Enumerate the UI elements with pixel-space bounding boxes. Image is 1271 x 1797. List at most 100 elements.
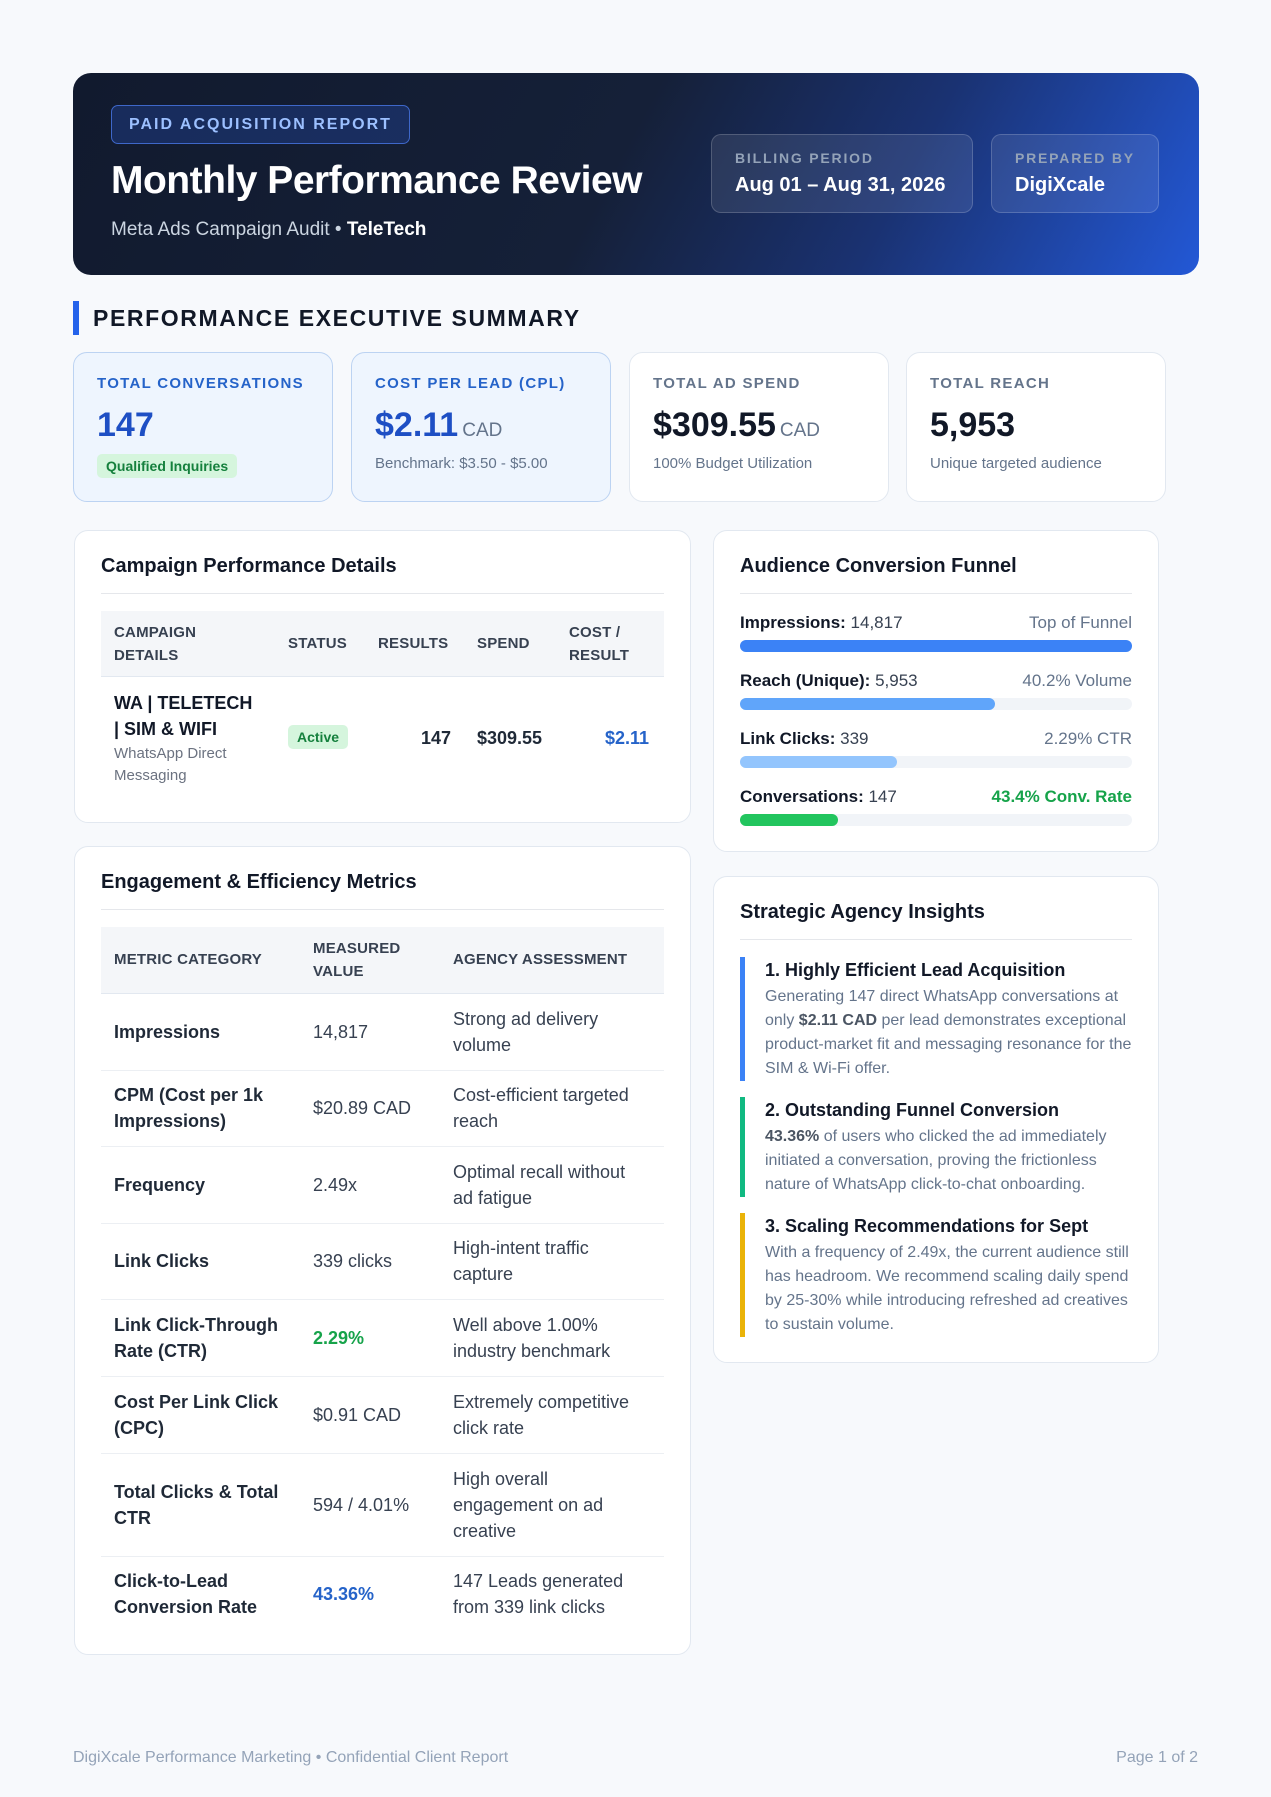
metric-assessment: High overall engagement on ad creative — [453, 1469, 604, 1541]
column-header-cost-per-result: COST / RESULT — [569, 621, 629, 667]
kpi-value-number: $2.11 — [375, 406, 459, 444]
prepared-by-label: PREPARED BY — [1015, 150, 1135, 166]
funnel-stage: Reach (Unique): 5,953 40.2% Volume — [740, 671, 1132, 711]
column-header-metric: METRIC CATEGORY — [114, 951, 262, 968]
table-header: METRIC CATEGORY MEASURED VALUE AGENCY ASS… — [101, 927, 664, 994]
kpi-total-ad-spend: TOTAL AD SPEND $309.55 CAD 100% Budget Ut… — [629, 352, 889, 502]
header-line: VALUE — [313, 963, 364, 980]
kpi-total-reach: TOTAL REACH 5,953 Unique targeted audien… — [906, 352, 1166, 502]
metric-name: Impressions — [114, 1022, 221, 1042]
table-row: Total Clicks & Total CTR 594 / 4.01% Hig… — [101, 1454, 664, 1557]
billing-period-value: Aug 01 – Aug 31, 2026 — [735, 174, 946, 196]
metric-name: Frequency — [114, 1175, 206, 1195]
metric-name: CPM (Cost per 1k Impressions) — [114, 1085, 264, 1131]
kpi-unit: CAD — [462, 420, 503, 441]
status-badge: Active — [288, 725, 349, 749]
metric-value: 339 clicks — [313, 1251, 393, 1271]
funnel-stage-label: Impressions: 14,817 — [740, 613, 903, 633]
metric-name: Cost Per Link Click (CPC) — [114, 1392, 279, 1438]
insight-highlight: 43.36% — [765, 1128, 820, 1145]
funnel-stage-label: Conversations: 147 — [740, 787, 897, 807]
insight-item: 3. Scaling Recommendations for Sept With… — [740, 1213, 1132, 1337]
funnel-bar-fill — [740, 640, 1132, 652]
header-line: COST / — [569, 624, 621, 641]
kpi-label: COST PER LEAD (CPL) — [375, 375, 566, 392]
campaign-cost-per-result: $2.11 — [605, 728, 650, 748]
metric-assessment: Extremely competitive click rate — [453, 1392, 630, 1438]
header-line: RESULT — [569, 647, 630, 664]
funnel-stage-metric: 2.29% CTR — [1044, 729, 1132, 748]
funnel-bar-track — [740, 640, 1132, 652]
kpi-cost-per-lead: COST PER LEAD (CPL) $2.11 CAD Benchmark: … — [351, 352, 611, 502]
engagement-metrics-card: Engagement & Efficiency Metrics METRIC C… — [74, 846, 691, 1655]
metric-value: 2.49x — [313, 1175, 358, 1195]
funnel-stage-label: Reach (Unique): 5,953 — [740, 671, 918, 691]
executive-summary-title: PERFORMANCE EXECUTIVE SUMMARY — [73, 301, 581, 335]
campaign-spend: $309.55 — [477, 728, 543, 748]
kpi-note: 100% Budget Utilization — [653, 455, 813, 472]
kpi-total-conversations: TOTAL CONVERSATIONS 147 Qualified Inquir… — [73, 352, 333, 502]
prepared-by-box: PREPARED BY DigiXcale — [991, 134, 1159, 213]
strategic-insights-card: Strategic Agency Insights 1. Highly Effi… — [713, 876, 1159, 1363]
footer-note: DigiXcale Performance Marketing • Confid… — [73, 1749, 509, 1766]
funnel-stage-value: 14,817 — [845, 613, 903, 632]
campaign-name: WA | TELETECH | SIM & WIFI — [114, 690, 252, 742]
funnel-stage: Link Clicks: 339 2.29% CTR — [740, 729, 1132, 769]
kpi-note-badge: Qualified Inquiries — [97, 454, 238, 478]
table-row: Link Clicks 339 clicks High-intent traff… — [101, 1224, 664, 1300]
funnel-stage-name: Link Clicks: — [740, 729, 836, 748]
metric-value: $20.89 CAD — [313, 1098, 412, 1118]
billing-period-box: BILLING PERIOD Aug 01 – Aug 31, 2026 — [711, 134, 973, 213]
kpi-note: Unique targeted audience — [930, 455, 1102, 472]
page-number: Page 1 of 2 — [1116, 1749, 1198, 1766]
kpi-label: TOTAL REACH — [930, 375, 1051, 392]
report-header: PAID ACQUISITION REPORT Monthly Performa… — [73, 73, 1199, 275]
kpi-value: 147 — [97, 406, 154, 444]
client-name: TeleTech — [346, 219, 427, 240]
card-title: Strategic Agency Insights — [740, 901, 985, 923]
kpi-note: Benchmark: $3.50 - $5.00 — [375, 455, 548, 472]
campaign-performance-card: Campaign Performance Details CAMPAIGN DET… — [74, 530, 691, 823]
table-row: Frequency 2.49x Optimal recall without a… — [101, 1147, 664, 1224]
table-header: CAMPAIGN DETAILS STATUS RESULTS SPEND COS… — [101, 611, 664, 677]
insight-heading: 1. Highly Efficient Lead Acquisition — [765, 960, 1066, 980]
funnel-bar-fill — [740, 756, 897, 768]
metric-value: 594 / 4.01% — [313, 1495, 410, 1515]
insight-item: 2. Outstanding Funnel Conversion 43.36% … — [740, 1097, 1132, 1197]
page-title: Monthly Performance Review — [111, 159, 642, 202]
header-line: CAMPAIGN — [114, 624, 197, 641]
kpi-value: 5,953 — [930, 406, 1016, 444]
metric-name: Link Clicks — [114, 1251, 210, 1271]
metric-assessment: 147 Leads generated from 339 link clicks — [453, 1571, 624, 1617]
funnel-bar-track — [740, 814, 1132, 826]
card-title: Engagement & Efficiency Metrics — [101, 871, 417, 893]
funnel-stage-label: Link Clicks: 339 — [740, 729, 869, 749]
metric-name: Click-to-Lead Conversion Rate — [114, 1571, 258, 1617]
insight-heading: 3. Scaling Recommendations for Sept — [765, 1216, 1089, 1236]
funnel-stage-name: Reach (Unique): — [740, 671, 871, 690]
kpi-value: $309.55 CAD — [653, 406, 888, 445]
funnel-stage-metric: 43.4% Conv. Rate — [991, 787, 1132, 806]
audience-funnel-card: Audience Conversion Funnel Impressions: … — [713, 530, 1159, 852]
metric-value-highlight: 43.36% — [313, 1584, 375, 1604]
metric-name: Link Click-Through Rate (CTR) — [114, 1315, 278, 1361]
funnel-bar-fill — [740, 814, 838, 826]
billing-period-label: BILLING PERIOD — [735, 150, 874, 166]
insight-text: With a frequency of 2.49x, the current a… — [765, 1244, 1129, 1333]
funnel-stage-name: Impressions: — [740, 613, 846, 632]
kpi-label: TOTAL CONVERSATIONS — [97, 375, 304, 392]
insight-body: With a frequency of 2.49x, the current a… — [765, 1241, 1132, 1337]
funnel-bar-track — [740, 698, 1132, 710]
funnel-stage-value: 5,953 — [870, 671, 918, 690]
column-header-value: MEASURED VALUE — [313, 937, 400, 983]
metric-assessment: Strong ad delivery volume — [453, 1009, 599, 1055]
kpi-label: TOTAL AD SPEND — [653, 375, 801, 392]
card-title: Campaign Performance Details — [101, 555, 397, 577]
column-header-results: RESULTS — [378, 635, 449, 652]
funnel-bar-fill — [740, 698, 995, 710]
funnel-stage-name: Conversations: — [740, 787, 864, 806]
table-row: CPM (Cost per 1k Impressions) $20.89 CAD… — [101, 1071, 664, 1147]
funnel-stage-value: 147 — [863, 787, 897, 806]
insight-heading: 2. Outstanding Funnel Conversion — [765, 1100, 1060, 1120]
column-header-status: STATUS — [288, 635, 347, 652]
